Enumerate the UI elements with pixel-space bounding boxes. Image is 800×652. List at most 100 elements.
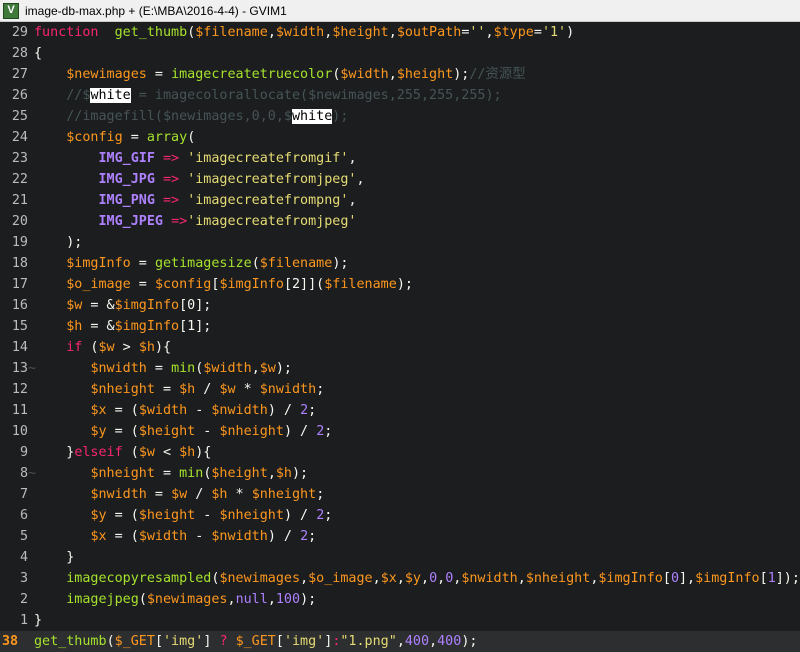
code-line[interactable]: 16 $w = &$imgInfo[0]; [0, 295, 800, 316]
code-token: 400 [404, 634, 430, 649]
code-token: 0 [429, 571, 438, 586]
code-token: ]); [775, 571, 800, 586]
code-token: $o_image [66, 277, 131, 292]
code-token: 0 [670, 571, 679, 586]
code-token: = ( [106, 529, 139, 544]
code-token: $newimages [66, 67, 147, 82]
code-line[interactable]: 22 IMG_JPG => 'imagecreatefromjpeg', [0, 169, 800, 190]
code-token: $o_image [308, 571, 373, 586]
code-line[interactable]: 25 //imagefill($newimages,0,0,$white); [0, 106, 800, 127]
code-line[interactable]: 17 $o_image = $config[$imgInfo[2]]($file… [0, 274, 800, 295]
code-token: $_GET [114, 634, 155, 649]
code-token: [ [662, 571, 671, 586]
code-token: [ [275, 634, 284, 649]
code-line[interactable]: 19 ); [0, 232, 800, 253]
cursor-line[interactable]: 38 get_thumb($_GET['img'] ? $_GET['img']:… [0, 631, 800, 652]
code-line[interactable]: 29 function get_thumb($filename,$width,$h… [0, 22, 800, 43]
code-editor[interactable]: 2 9 function get_thumb($filename,$width,$h… [0, 22, 800, 652]
code-text: function get_thumb($filename,$width,$hei… [34, 22, 574, 43]
code-text: } [34, 610, 42, 631]
code-token: $filename [195, 25, 268, 40]
code-token: 2 [300, 403, 309, 418]
code-line[interactable]: 4 } [0, 547, 800, 568]
code-token: ) / [267, 529, 301, 544]
code-line[interactable]: 15 $h = &$imgInfo[1]; [0, 316, 800, 337]
line-number: 9 [19, 445, 28, 460]
code-token: = & [82, 298, 115, 313]
line-number: 8 [19, 466, 28, 481]
code-line[interactable]: 10 $y = ($height - $nheight) / 2; [0, 421, 800, 442]
line-number: 26 [11, 88, 28, 103]
code-token: min [179, 466, 204, 481]
code-token: ] [203, 634, 220, 649]
code-line[interactable]: 6 $y = ($height - $nheight) / 2; [0, 505, 800, 526]
code-token: $nwidth [211, 529, 268, 544]
code-token: $width [203, 361, 252, 376]
code-text: //$white = imagecolorallocate($newimages… [34, 85, 502, 106]
code-line[interactable]: 1} [0, 610, 800, 631]
code-line[interactable]: 24 $config = array( [0, 127, 800, 148]
code-token: $nwidth [461, 571, 518, 586]
code-token: = [130, 256, 155, 271]
code-line[interactable]: 26 //$white = imagecolorallocate($newima… [0, 85, 800, 106]
code-token: = [130, 277, 155, 292]
code-line[interactable]: 3 imagecopyresampled($newimages,$o_image… [0, 568, 800, 589]
line-number: 5 [19, 529, 28, 544]
code-token: $nheight [251, 487, 317, 502]
code-token: , [396, 634, 405, 649]
line-number: 13 [11, 361, 28, 376]
code-token: //资源型 [469, 67, 526, 82]
code-token: $newimages [219, 571, 301, 586]
code-text: $newimages = imagecreatetruecolor($width… [34, 64, 526, 85]
code-token: $width [138, 529, 188, 544]
line-number: 19 [11, 235, 28, 250]
code-token: $imgInfo [114, 298, 180, 313]
code-text: $y = ($height - $nheight) / 2; [34, 505, 332, 526]
code-line[interactable]: 21 IMG_PNG => 'imagecreatefrompng', [0, 190, 800, 211]
code-token: ) / [283, 424, 317, 439]
code-token: $_GET [235, 634, 276, 649]
line-number: 10 [11, 424, 28, 439]
code-token: "1.png" [340, 634, 397, 649]
code-line[interactable]: 11 $x = ($width - $nwidth) / 2; [0, 400, 800, 421]
code-line[interactable]: 5 $x = ($width - $nwidth) / 2; [0, 526, 800, 547]
code-line[interactable]: 27 $newimages = imagecreatetruecolor($wi… [0, 64, 800, 85]
code-token: [1]; [179, 319, 212, 334]
code-token: [ [759, 571, 768, 586]
code-token: ); [396, 277, 413, 292]
code-line[interactable]: 12 $nheight = $h / $w * $nwidth; [0, 379, 800, 400]
code-line[interactable]: 2 imagejpeg($newimages,null,100); [0, 589, 800, 610]
code-line[interactable]: 7 $nwidth = $w / $h * $nheight; [0, 484, 800, 505]
code-token: / [187, 487, 212, 502]
code-line[interactable]: 9 }elseif ($w < $h){ [0, 442, 800, 463]
code-line[interactable]: 28 { [0, 43, 800, 64]
code-line[interactable]: 14 if ($w > $h){ [0, 337, 800, 358]
code-token: $filename [259, 256, 333, 271]
code-token: $config [66, 130, 123, 145]
code-line[interactable]: 13 ~ $nwidth = min($width,$w); [0, 358, 800, 379]
code-token: = [154, 382, 180, 397]
code-token: 1 [767, 571, 776, 586]
code-token: [ [154, 634, 163, 649]
code-line[interactable]: 20 IMG_JPEG =>'imagecreatefromjpeg' [0, 211, 800, 232]
code-line[interactable]: 8 ~ $nheight = min($height,$h); [0, 463, 800, 484]
code-token: min [171, 361, 196, 376]
code-line[interactable]: 18 $imgInfo = getimagesize($filename); [0, 253, 800, 274]
code-line[interactable]: 23 IMG_GIF => 'imagecreatefromgif', [0, 148, 800, 169]
code-token: $h [179, 382, 196, 397]
code-token: ); [453, 67, 470, 82]
code-text: imagecopyresampled($newimages,$o_image,$… [34, 568, 800, 589]
code-token: $h [275, 466, 292, 481]
title-bar[interactable]: V image-db-max.php + (E:\MBA\2016-4-4) -… [0, 0, 800, 22]
code-token: 'imagecreatefromjpeg' [187, 172, 357, 187]
